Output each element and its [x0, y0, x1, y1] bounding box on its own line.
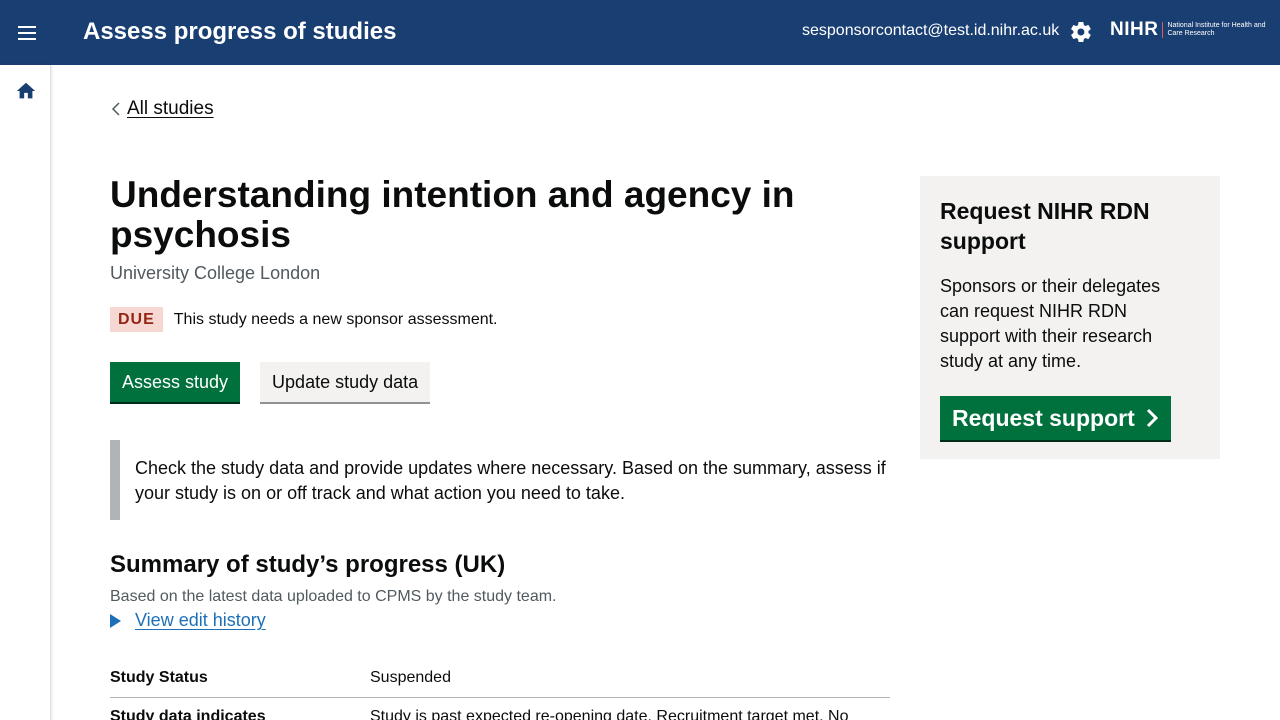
study-organisation: University College London — [110, 263, 321, 283]
chevron-left-icon — [111, 102, 120, 116]
summary-subtitle: Based on the latest data uploaded to CPM… — [110, 588, 557, 605]
due-message: This study needs a new sponsor assessmen… — [173, 310, 498, 328]
row-key: Study Status — [110, 669, 208, 686]
row-value: Suspended — [370, 669, 451, 686]
logo-subtext: National Institute for Health and Care R… — [1167, 22, 1266, 37]
panel-title: Request NIHR RDN support — [940, 198, 1150, 254]
request-support-panel: Request NIHR RDN support Sponsors or the… — [920, 176, 1220, 459]
update-study-data-button[interactable]: Update study data — [260, 362, 431, 402]
triangle-right-icon — [110, 613, 121, 628]
top-header: Assess progress of studies sesponsorcont… — [0, 0, 1280, 65]
logo-divider — [1162, 22, 1164, 38]
panel-body: Sponsors or their delegates can request … — [940, 276, 1161, 371]
inset-text: Check the study data and provide updates… — [110, 440, 890, 520]
row-value: Study is past expected re-opening date. … — [370, 708, 849, 720]
chevron-right-icon — [1146, 408, 1158, 428]
app-title: Assess progress of studies — [83, 18, 397, 45]
back-link[interactable]: All studies — [110, 98, 214, 120]
status-badge: DUE — [110, 307, 163, 332]
nihr-logo: NIHR National Institute for Health and C… — [1110, 19, 1267, 41]
summary-table: Study Status Suspended Study data indica… — [110, 665, 890, 720]
page-title: Understanding intention and agency in ps… — [110, 174, 795, 255]
due-status: DUE This study needs a new sponsor asses… — [110, 307, 498, 332]
home-icon[interactable] — [15, 80, 37, 102]
table-row: Study Status Suspended — [110, 665, 890, 698]
view-edit-history-label: View edit history — [135, 610, 266, 630]
user-email: sesponsorcontact@test.id.nihr.ac.uk — [802, 22, 1060, 39]
logo-main-text: NIHR — [1110, 19, 1159, 40]
gear-icon[interactable] — [1069, 20, 1093, 44]
request-support-label: Request support — [952, 405, 1135, 431]
menu-icon[interactable] — [14, 20, 40, 46]
assess-study-button[interactable]: Assess study — [110, 362, 241, 402]
action-buttons: Assess study Update study data — [110, 362, 431, 402]
table-row: Study data indicates Study is past expec… — [110, 698, 890, 720]
sidebar — [0, 65, 51, 720]
back-link-label: All studies — [127, 98, 214, 119]
request-support-button[interactable]: Request support — [940, 396, 1171, 440]
summary-heading: Summary of study’s progress (UK) — [110, 551, 506, 578]
view-edit-history-toggle[interactable]: View edit history — [110, 610, 266, 631]
row-key: Study data indicates — [110, 708, 266, 720]
